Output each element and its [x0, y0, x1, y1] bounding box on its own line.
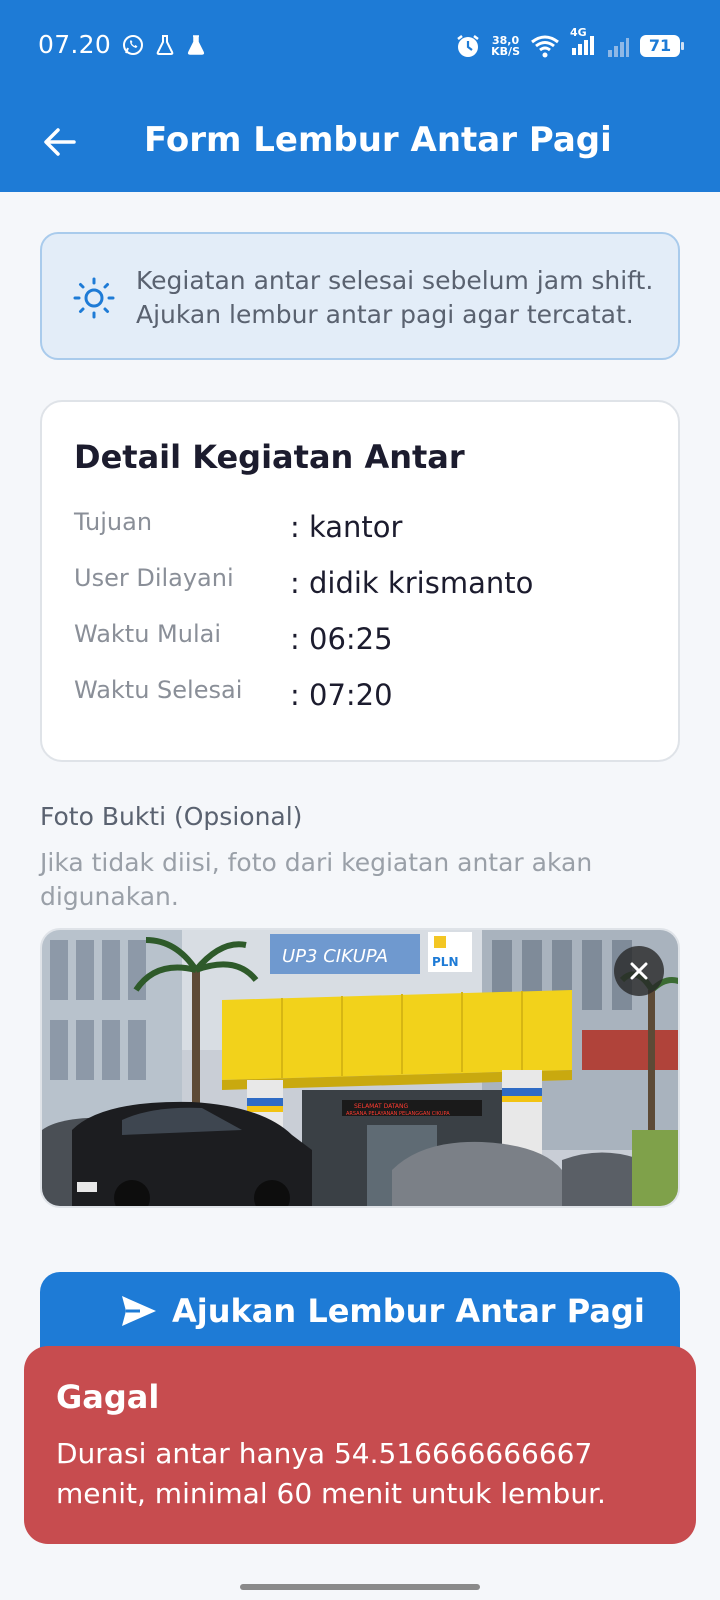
detail-label: Waktu Mulai	[74, 620, 222, 648]
detail-value: : 07:20	[290, 678, 393, 712]
back-button[interactable]	[36, 118, 84, 166]
detail-row-end: Waktu Selesai : 07:20	[74, 676, 654, 716]
detail-value: : 06:25	[290, 622, 393, 656]
info-text: Kegiatan antar selesai sebelum jam shift…	[136, 266, 654, 329]
status-left: 07.20	[38, 30, 207, 59]
wifi-icon	[530, 34, 560, 58]
flask-icon	[155, 34, 175, 56]
submit-inner: Ajukan Lembur Antar Pagi	[120, 1292, 645, 1330]
submit-label: Ajukan Lembur Antar Pagi	[172, 1292, 645, 1330]
photo-led-text-2: ARSANA PELAYANAN PELANGGAN CIKUPA	[346, 1111, 450, 1117]
info-banner: Kegiatan antar selesai sebelum jam shift…	[40, 232, 680, 360]
photo-hint: Jika tidak diisi, foto dari kegiatan ant…	[40, 848, 593, 911]
send-icon	[122, 1296, 156, 1326]
detail-value: : kantor	[290, 510, 403, 544]
close-icon	[630, 962, 648, 980]
detail-value: : didik krismanto	[290, 566, 534, 600]
battery-icon: 71	[640, 34, 684, 57]
status-right: 38,0 KB/S 4G 71	[455, 26, 684, 59]
snackbar-title: Gagal	[56, 1378, 160, 1416]
arrow-left-icon	[44, 128, 76, 156]
detail-title: Detail Kegiatan Antar	[74, 438, 465, 476]
signal-4g: 4G	[570, 26, 596, 59]
detail-row-tujuan: Tujuan : kantor	[74, 508, 654, 548]
error-snackbar[interactable]: Gagal Durasi antar hanya 54.516666666667…	[24, 1346, 696, 1544]
home-indicator[interactable]	[240, 1584, 480, 1590]
photo-led-text-1: SELAMAT DATANG	[354, 1103, 409, 1110]
network-speed-value: 38,0	[492, 33, 520, 47]
signal-weak-icon	[606, 34, 630, 58]
network-type: 4G	[570, 26, 587, 39]
detail-row-user: User Dilayani : didik krismanto	[74, 564, 654, 604]
alarm-icon	[455, 33, 481, 59]
detail-row-start: Waktu Mulai : 06:25	[74, 620, 654, 660]
network-speed-unit: KB/S	[491, 44, 520, 58]
app-bar: Form Lembur Antar Pagi	[0, 92, 720, 192]
sun-icon	[72, 276, 116, 324]
status-bar: 07.20 38,0 KB/S 4G 71	[0, 0, 720, 92]
page-title: Form Lembur Antar Pagi	[144, 120, 612, 160]
snackbar-message: Durasi antar hanya 54.516666666667 menit…	[56, 1437, 606, 1510]
detail-label: Waktu Selesai	[74, 676, 243, 704]
detail-label: User Dilayani	[74, 564, 234, 592]
photo-sign-text: UP3 CIKUPA	[282, 946, 388, 967]
evidence-photo[interactable]: UP3 CIKUPA PLN SELAMAT DATANG ARSANA PEL…	[40, 928, 680, 1208]
photo-label: Foto Bukti (Opsional)	[40, 802, 303, 831]
whatsapp-icon	[121, 33, 145, 57]
network-speed: 38,0 KB/S	[491, 35, 520, 57]
detail-card: Detail Kegiatan Antar Tujuan : kantor Us…	[40, 400, 680, 762]
remove-photo-button[interactable]	[614, 946, 664, 996]
status-time: 07.20	[38, 30, 112, 59]
detail-label: Tujuan	[74, 508, 153, 536]
photo-logo-text: PLN	[432, 955, 458, 969]
flask-filled-icon	[185, 34, 207, 56]
